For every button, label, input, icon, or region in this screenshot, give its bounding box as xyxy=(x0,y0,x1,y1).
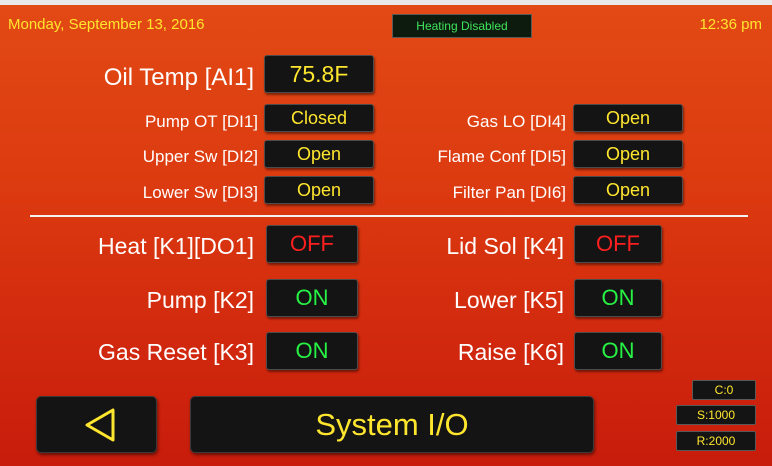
counter-r: R:2000 xyxy=(676,431,756,451)
di-label-pump-ot: Pump OT [DI1] xyxy=(144,112,258,131)
di-value-upper-sw: Open xyxy=(264,140,374,168)
oil-temp-label: Oil Temp [AI1] xyxy=(103,64,254,91)
heating-status-badge: Heating Disabled xyxy=(392,14,532,38)
lower-toggle-button[interactable]: ON xyxy=(574,279,662,317)
lid-sol-toggle-button[interactable]: OFF xyxy=(574,225,662,263)
output-label-raise: Raise [K6] xyxy=(457,339,564,365)
raise-toggle-button[interactable]: ON xyxy=(574,332,662,370)
pump-toggle-button[interactable]: ON xyxy=(266,279,358,317)
di-value-filter-pan: Open xyxy=(573,176,683,204)
output-label-heat: Heat [K1][DO1] xyxy=(98,233,254,259)
screen-title: System I/O xyxy=(190,396,594,453)
counter-c: C:0 xyxy=(692,380,756,400)
di-value-flame-conf: Open xyxy=(573,140,683,168)
top-border xyxy=(0,0,772,5)
header-date: Monday, September 13, 2016 xyxy=(8,16,205,33)
triangle-left-icon xyxy=(85,408,115,442)
di-value-gas-lo: Open xyxy=(573,104,683,132)
back-button[interactable] xyxy=(36,396,157,453)
output-label-lid-sol: Lid Sol [K4] xyxy=(446,233,564,259)
output-label-gas-reset: Gas Reset [K3] xyxy=(98,339,254,365)
di-label-lower-sw: Lower Sw [DI3] xyxy=(142,183,258,202)
di-label-gas-lo: Gas LO [DI4] xyxy=(466,112,566,131)
section-divider xyxy=(30,215,748,217)
heat-toggle-button[interactable]: OFF xyxy=(266,225,358,263)
output-label-pump: Pump [K2] xyxy=(146,287,254,313)
di-value-lower-sw: Open xyxy=(264,176,374,204)
counter-s: S:1000 xyxy=(676,405,756,425)
di-label-filter-pan: Filter Pan [DI6] xyxy=(452,183,566,202)
oil-temp-value: 75.8F xyxy=(264,55,374,93)
di-label-upper-sw: Upper Sw [DI2] xyxy=(142,147,258,166)
gas-reset-toggle-button[interactable]: ON xyxy=(266,332,358,370)
output-label-lower: Lower [K5] xyxy=(454,287,564,313)
header-time: 12:36 pm xyxy=(699,16,762,33)
di-value-pump-ot: Closed xyxy=(264,104,374,132)
di-label-flame-conf: Flame Conf [DI5] xyxy=(437,147,567,166)
